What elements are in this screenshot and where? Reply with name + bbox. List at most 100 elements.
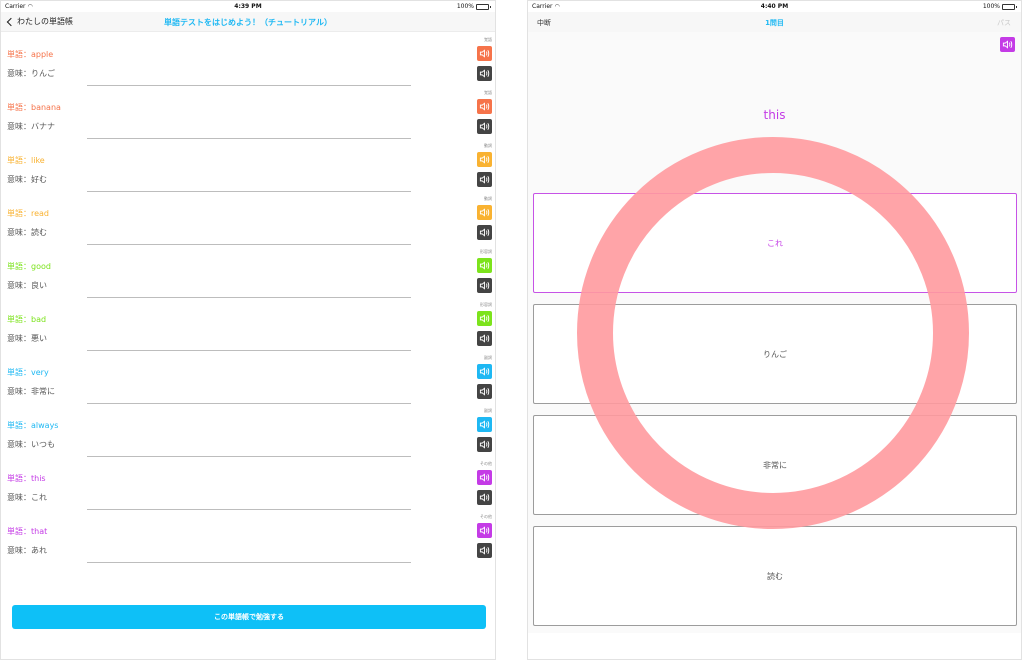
word-list-item: 動詞 単語：like 意味：好む xyxy=(1,143,495,196)
word-category-tag: その他 xyxy=(480,461,492,466)
battery-status: 100% xyxy=(457,3,491,10)
speaker-icon xyxy=(479,546,490,555)
word-label: 単語：read xyxy=(7,209,50,218)
row-divider xyxy=(87,138,411,139)
pass-button[interactable]: パス xyxy=(997,18,1011,28)
row-divider xyxy=(87,456,411,457)
word-speaker-button[interactable] xyxy=(477,417,492,432)
answer-choice-button[interactable]: 非常に xyxy=(533,415,1017,515)
meaning-label: 意味：良い xyxy=(7,281,47,290)
word-label: 単語：good xyxy=(7,262,51,271)
navigation-bar: わたしの単語帳 単語テストをはじめよう！（チュートリアル） xyxy=(1,12,495,32)
study-button[interactable]: この単語帳で勉強する xyxy=(12,605,486,629)
meaning-speaker-button[interactable] xyxy=(477,278,492,293)
status-time: 4:40 PM xyxy=(760,3,789,10)
speaker-icon xyxy=(479,440,490,449)
word-speaker-button[interactable] xyxy=(477,470,492,485)
word-speaker-button[interactable] xyxy=(477,258,492,273)
word-speaker-button[interactable] xyxy=(477,311,492,326)
word-list: 覚語 単語：apple 意味：りんご 覚語 単語：banana 意味：バナナ 動詞 単語：li… xyxy=(1,37,495,567)
word-label: 単語：like xyxy=(7,156,45,165)
battery-icon xyxy=(1002,3,1017,10)
meaning-speaker-button[interactable] xyxy=(477,384,492,399)
question-speaker-button[interactable] xyxy=(1000,37,1015,52)
row-divider xyxy=(87,350,411,351)
row-divider xyxy=(87,509,411,510)
battery-icon xyxy=(476,3,491,10)
speaker-icon xyxy=(1002,40,1013,49)
row-divider xyxy=(87,85,411,86)
word-category-tag: 形容詞 xyxy=(480,302,492,307)
word-speaker-button[interactable] xyxy=(477,364,492,379)
meaning-label: 意味：りんご xyxy=(7,69,55,78)
word-label: 単語：this xyxy=(7,474,46,483)
word-label: 単語：bad xyxy=(7,315,47,324)
status-bar: Carrier ◠ 4:40 PM 100% xyxy=(528,1,1021,12)
speaker-icon xyxy=(479,367,490,376)
speaker-icon xyxy=(479,493,490,502)
meaning-speaker-button[interactable] xyxy=(477,225,492,240)
meaning-label: 意味：非常に xyxy=(7,387,55,396)
speaker-icon xyxy=(479,334,490,343)
status-bar: Carrier ◠ 4:39 PM 100% xyxy=(1,1,495,12)
word-label: 単語：that xyxy=(7,527,48,536)
speaker-icon xyxy=(479,473,490,482)
answer-choice-button[interactable]: りんご xyxy=(533,304,1017,404)
speaker-icon xyxy=(479,49,490,58)
word-list-item: 動詞 単語：read 意味：読む xyxy=(1,196,495,249)
word-list-item: その他 単語：that 意味：あれ xyxy=(1,514,495,567)
meaning-label: 意味：好む xyxy=(7,175,47,184)
speaker-icon xyxy=(479,420,490,429)
word-category-tag: 副詞 xyxy=(484,355,492,360)
speaker-icon xyxy=(479,69,490,78)
word-list-screen: Carrier ◠ 4:39 PM 100% わたしの単語帳 単語テストをはじめ… xyxy=(0,0,496,660)
word-speaker-button[interactable] xyxy=(477,99,492,114)
meaning-speaker-button[interactable] xyxy=(477,172,492,187)
word-speaker-button[interactable] xyxy=(477,523,492,538)
row-divider xyxy=(87,191,411,192)
speaker-icon xyxy=(479,228,490,237)
answer-choice-button[interactable]: これ xyxy=(533,193,1017,293)
answer-choice-button[interactable]: 読む xyxy=(533,526,1017,626)
meaning-speaker-button[interactable] xyxy=(477,543,492,558)
navigation-bar: 中断 1問目 パス xyxy=(528,12,1021,32)
battery-status: 100% xyxy=(983,3,1017,10)
word-list-item: その他単語：this 意味：これ xyxy=(1,461,495,514)
quiz-screen: Carrier ◠ 4:40 PM 100% 中断 1問目 パス this これ… xyxy=(527,0,1022,660)
word-list-item: 副詞 単語：always 意味：いつも xyxy=(1,408,495,461)
speaker-icon xyxy=(479,208,490,217)
word-label: 単語：very xyxy=(7,368,49,377)
word-category-tag: 覚語 xyxy=(484,90,492,95)
speaker-icon xyxy=(479,526,490,535)
word-category-tag: 覚語 xyxy=(484,37,492,42)
meaning-label: 意味：いつも xyxy=(7,440,55,449)
question-word: this xyxy=(763,108,786,122)
speaker-icon xyxy=(479,261,490,270)
question-number: 1問目 xyxy=(765,19,784,27)
word-list-item: 副詞単語：very 意味：非常に xyxy=(1,355,495,408)
meaning-speaker-button[interactable] xyxy=(477,66,492,81)
speaker-icon xyxy=(479,102,490,111)
meaning-label: 意味：バナナ xyxy=(7,122,55,131)
word-speaker-button[interactable] xyxy=(477,152,492,167)
meaning-label: 意味：これ xyxy=(7,493,47,502)
speaker-icon xyxy=(479,387,490,396)
word-list-item: 覚語 単語：apple 意味：りんご xyxy=(1,37,495,90)
word-speaker-button[interactable] xyxy=(477,46,492,61)
word-list-item: 形容詞単語：bad 意味：悪い xyxy=(1,302,495,355)
row-divider xyxy=(87,244,411,245)
word-category-tag: その他 xyxy=(480,514,492,519)
meaning-speaker-button[interactable] xyxy=(477,331,492,346)
meaning-speaker-button[interactable] xyxy=(477,490,492,505)
word-category-tag: 形容詞 xyxy=(480,249,492,254)
speaker-icon xyxy=(479,122,490,131)
meaning-speaker-button[interactable] xyxy=(477,437,492,452)
word-category-tag: 副詞 xyxy=(484,408,492,413)
word-list-item: 覚語 単語：banana 意味：バナナ xyxy=(1,90,495,143)
status-time: 4:39 PM xyxy=(234,3,262,10)
word-speaker-button[interactable] xyxy=(477,205,492,220)
speaker-icon xyxy=(479,314,490,323)
meaning-label: 意味：悪い xyxy=(7,334,47,343)
speaker-icon xyxy=(479,281,490,290)
meaning-speaker-button[interactable] xyxy=(477,119,492,134)
